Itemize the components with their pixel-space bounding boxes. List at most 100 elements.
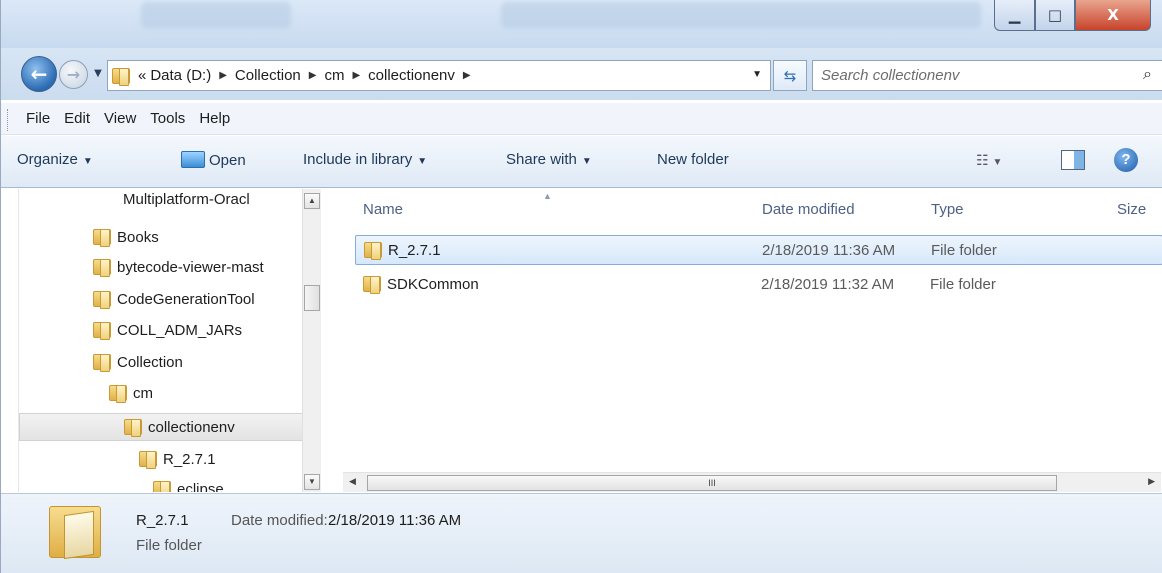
close-icon: X <box>1107 6 1119 24</box>
details-name: R_2.7.1 <box>136 512 189 529</box>
scroll-down-button[interactable]: ▼ <box>304 474 320 490</box>
tree-item[interactable]: cm <box>109 379 153 407</box>
menu-view[interactable]: View <box>97 110 143 127</box>
change-view-button[interactable]: ☷ ▼ <box>976 152 1002 169</box>
open-folder-icon <box>181 151 205 168</box>
menu-help[interactable]: Help <box>192 110 237 127</box>
chevron-down-icon: ▼ <box>82 156 93 167</box>
folder-icon <box>112 67 130 86</box>
breadcrumb-collection[interactable]: Collection <box>233 67 303 84</box>
tree-item[interactable]: Books <box>93 223 159 251</box>
tree-item[interactable]: CodeGenerationTool <box>93 285 255 313</box>
refresh-button[interactable]: ⇆ <box>773 60 807 91</box>
toolbar-grip[interactable] <box>7 109 10 131</box>
file-row-selected[interactable]: R_2.7.1 2/18/2019 11:36 AM File folder <box>355 235 1162 265</box>
scroll-right-button[interactable]: ▶ <box>1148 476 1155 487</box>
chevron-right-icon[interactable]: ▶ <box>346 70 366 81</box>
close-button[interactable]: X <box>1075 0 1151 31</box>
tree-item-label: Books <box>117 228 159 246</box>
tree-item-label: Collection <box>117 353 183 371</box>
address-bar[interactable]: « Data (D:) ▶ Collection ▶ cm ▶ collecti… <box>107 60 771 91</box>
tree-item[interactable]: Multiplatform-Oracl <box>123 189 250 213</box>
tree-scrollbar[interactable]: ▲ ▼ <box>302 189 321 492</box>
column-header-name[interactable]: Name <box>363 201 403 218</box>
search-icon[interactable]: ⌕ <box>1143 66 1152 84</box>
folder-icon <box>124 419 142 437</box>
column-header-type[interactable]: Type <box>931 201 964 218</box>
scroll-up-button[interactable]: ▲ <box>304 193 320 209</box>
share-label: Share with <box>506 151 577 168</box>
folder-icon <box>93 354 111 372</box>
help-icon[interactable]: ? <box>1114 148 1138 172</box>
file-type: File folder <box>930 275 996 293</box>
tree-item[interactable]: R_2.7.1 <box>139 445 216 473</box>
chevron-down-icon: ▼ <box>417 156 428 167</box>
tree-item-label: R_2.7.1 <box>163 450 216 468</box>
column-header-date[interactable]: Date modified <box>762 201 855 218</box>
details-date-label: Date modified: <box>231 512 328 529</box>
scroll-grip: III <box>708 478 716 488</box>
folder-large-icon <box>49 506 101 558</box>
scroll-thumb[interactable]: III <box>367 475 1057 491</box>
forward-button[interactable]: → <box>59 60 88 89</box>
file-name-cell: R_2.7.1 <box>364 242 441 260</box>
breadcrumb-cm[interactable]: cm <box>322 67 346 84</box>
tree-item-label: cm <box>133 384 153 402</box>
breadcrumb-overflow[interactable]: « <box>136 67 148 84</box>
file-name: SDKCommon <box>387 275 479 293</box>
menu-bar: File Edit View Tools Help <box>1 103 1162 135</box>
back-button[interactable]: ← <box>21 56 57 92</box>
tree-item-label: bytecode-viewer-mast <box>117 258 264 276</box>
include-label: Include in library <box>303 151 413 168</box>
open-button[interactable]: Open <box>181 151 246 169</box>
chevron-right-icon[interactable]: ▶ <box>457 70 477 81</box>
view-list-icon: ☷ <box>976 152 989 168</box>
include-in-library-button[interactable]: Include in library ▼ <box>303 151 427 168</box>
breadcrumb-drive[interactable]: Data (D:) <box>148 67 213 84</box>
details-pane: R_2.7.1 Date modified: 2/18/2019 11:36 A… <box>1 493 1162 573</box>
folder-icon <box>139 451 157 469</box>
tree-item-label: COLL_ADM_JARs <box>117 321 243 339</box>
scroll-left-button[interactable]: ◀ <box>349 476 356 487</box>
menu-edit[interactable]: Edit <box>57 110 97 127</box>
organize-button[interactable]: Organize ▼ <box>17 151 93 168</box>
open-label: Open <box>209 152 246 169</box>
minimize-button[interactable]: ▁ <box>994 0 1035 31</box>
folder-icon <box>109 385 127 403</box>
column-header-size[interactable]: Size <box>1117 201 1146 218</box>
tree-item-selected[interactable]: collectionenv <box>19 413 304 441</box>
maximize-button[interactable]: □ <box>1035 0 1075 31</box>
maximize-icon: □ <box>1047 6 1063 24</box>
scroll-thumb[interactable] <box>304 285 320 311</box>
menu-tools[interactable]: Tools <box>143 110 192 127</box>
search-input[interactable]: Search collectionenv ⌕ <box>812 60 1162 91</box>
tree-item[interactable]: COLL_ADM_JARs <box>93 316 242 344</box>
chevron-right-icon[interactable]: ▶ <box>303 70 323 81</box>
tree-item[interactable]: eclipse <box>153 475 224 492</box>
share-with-button[interactable]: Share with ▼ <box>506 151 592 168</box>
breadcrumb-collectionenv[interactable]: collectionenv <box>366 67 457 84</box>
folder-icon <box>93 229 111 247</box>
chevron-right-icon[interactable]: ▶ <box>213 70 233 81</box>
tree-item-label: CodeGenerationTool <box>117 290 255 308</box>
folder-icon <box>93 259 111 277</box>
tree-item-label: collectionenv <box>148 418 235 436</box>
address-dropdown-icon[interactable]: ▼ <box>752 69 762 80</box>
tree-item[interactable]: Collection <box>93 348 183 376</box>
file-date: 2/18/2019 11:32 AM <box>761 275 895 293</box>
file-type: File folder <box>931 241 997 259</box>
folder-icon <box>364 242 382 260</box>
chevron-down-icon: ▼ <box>581 156 592 167</box>
minimize-icon: ▁ <box>1008 6 1021 24</box>
horizontal-scrollbar[interactable]: ◀ III ▶ <box>343 472 1161 492</box>
tree-item[interactable]: bytecode-viewer-mast <box>93 253 264 281</box>
organize-label: Organize <box>17 151 78 168</box>
blurred-background <box>141 2 291 28</box>
folder-icon <box>363 276 381 294</box>
back-arrow-icon: ← <box>30 62 48 86</box>
file-row[interactable]: SDKCommon 2/18/2019 11:32 AM File folder <box>355 269 1162 299</box>
recent-pages-dropdown[interactable]: ▼ <box>91 68 105 82</box>
preview-pane-icon[interactable] <box>1061 150 1085 170</box>
menu-file[interactable]: File <box>19 110 57 127</box>
new-folder-button[interactable]: New folder <box>657 151 729 168</box>
